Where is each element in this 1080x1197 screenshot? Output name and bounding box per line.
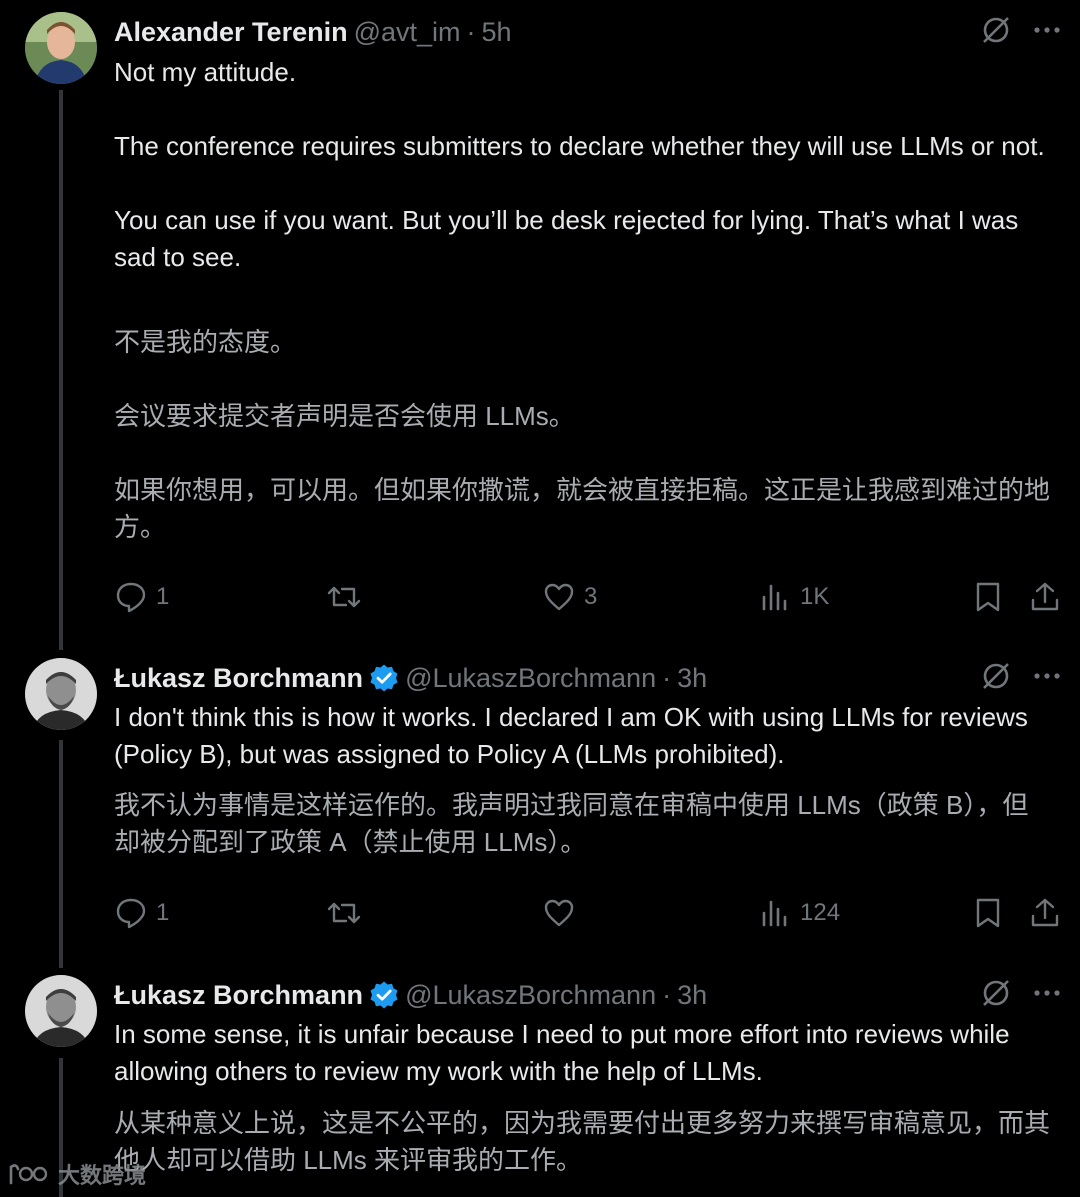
- text-line: I don't think this is how it works. I de…: [114, 702, 1028, 769]
- reply-count: 1: [156, 899, 170, 926]
- like-button[interactable]: 3: [542, 580, 597, 614]
- separator: ·: [466, 16, 476, 47]
- watermark-text: 大数跨境: [58, 1163, 147, 1188]
- views-count: 124: [800, 899, 841, 926]
- translation-line: 如果你想用，可以用。但如果你撒谎，就会被直接拒稿。这正是让我感到难过的地方。: [114, 475, 1051, 542]
- bookmark-icon: [976, 582, 1000, 612]
- timestamp[interactable]: 3h: [677, 980, 707, 1011]
- share-icon: [1031, 582, 1059, 611]
- reply-icon: [116, 582, 146, 613]
- share-button[interactable]: [1028, 896, 1062, 930]
- reply-button[interactable]: 1: [114, 896, 169, 930]
- views-icon: [762, 900, 787, 927]
- share-button[interactable]: [1028, 580, 1062, 614]
- repost-icon: [327, 586, 361, 608]
- author-name[interactable]: Alexander Terenin: [114, 17, 348, 48]
- separator: ·: [662, 662, 672, 693]
- author-handle[interactable]: @LukaszBorchmann: [405, 663, 656, 694]
- timestamp[interactable]: 5h: [482, 17, 512, 48]
- avatar[interactable]: [25, 658, 97, 730]
- avatar-image: [25, 12, 97, 84]
- repost-button[interactable]: [326, 580, 370, 614]
- verified-badge-icon: [369, 980, 399, 1010]
- author-handle[interactable]: @avt_im: [354, 17, 461, 48]
- reply-button[interactable]: 1: [114, 580, 169, 614]
- reply-icon: [116, 898, 146, 929]
- author-name[interactable]: Łukasz Borchmann: [114, 980, 363, 1011]
- avatar[interactable]: [25, 975, 97, 1047]
- author-name[interactable]: Łukasz Borchmann: [114, 663, 363, 694]
- views-button[interactable]: 1K: [758, 580, 829, 614]
- tweet[interactable]: Alexander Terenin @avt_im · 5h Not my at…: [0, 12, 1080, 652]
- thread-page: Alexander Terenin @avt_im · 5h Not my at…: [0, 0, 1080, 1197]
- like-icon: [544, 583, 574, 611]
- reply-count: 1: [156, 583, 170, 610]
- translation-line: 会议要求提交者声明是否会使用 LLMs。: [114, 401, 575, 431]
- action-bar: 1 124: [114, 896, 1064, 936]
- share-icon: [1031, 898, 1059, 927]
- more-icon[interactable]: [1032, 15, 1062, 45]
- like-button[interactable]: [542, 896, 584, 930]
- translation-line: 不是我的态度。: [114, 327, 297, 357]
- tweet[interactable]: Łukasz Borchmann @LukaszBorchmann · 3h I…: [0, 975, 1080, 1197]
- more-icon[interactable]: [1032, 661, 1062, 691]
- avatar-image: [25, 975, 97, 1047]
- timestamp[interactable]: 3h: [677, 663, 707, 694]
- translation-line: 我不认为事情是这样运作的。我声明过我同意在审稿中使用 LLMs（政策 B），但却…: [114, 790, 1029, 857]
- text-line: You can use if you want. But you’ll be d…: [114, 205, 1019, 272]
- tweet-text: Not my attitude. The conference requires…: [114, 54, 1054, 276]
- grok-icon[interactable]: [980, 977, 1012, 1009]
- repost-button[interactable]: [326, 896, 370, 930]
- bookmark-button[interactable]: [972, 896, 1004, 930]
- verified-badge-icon: [369, 663, 399, 693]
- bookmark-button[interactable]: [972, 580, 1004, 614]
- tweet-translation: 从某种意义上说，这是不公平的，因为我需要付出更多努力来撰写审稿意见，而其他人却可…: [114, 1105, 1054, 1179]
- grok-icon[interactable]: [980, 14, 1012, 46]
- tweet-text: In some sense, it is unfair because I ne…: [114, 1016, 1054, 1090]
- avatar-image: [25, 658, 97, 730]
- bookmark-icon: [976, 898, 1000, 928]
- views-icon: [762, 584, 787, 611]
- more-icon[interactable]: [1032, 978, 1062, 1008]
- author-handle[interactable]: @LukaszBorchmann: [405, 980, 656, 1011]
- separator: ·: [662, 979, 672, 1010]
- text-line: Not my attitude.: [114, 57, 297, 87]
- views-button[interactable]: 124: [758, 896, 840, 930]
- tweet-translation: 我不认为事情是这样运作的。我声明过我同意在审稿中使用 LLMs（政策 B），但却…: [114, 787, 1054, 861]
- text-line: The conference requires submitters to de…: [114, 131, 1045, 161]
- like-icon: [544, 899, 574, 927]
- grok-icon[interactable]: [980, 660, 1012, 692]
- repost-icon: [327, 902, 361, 924]
- tweet[interactable]: Łukasz Borchmann @LukaszBorchmann · 3h I…: [0, 658, 1080, 958]
- views-count: 1K: [800, 583, 830, 610]
- watermark-logo-icon: [9, 1164, 48, 1185]
- tweet-text: I don't think this is how it works. I de…: [114, 699, 1054, 773]
- like-count: 3: [584, 583, 598, 610]
- action-bar: 1 3 1K: [114, 580, 1064, 620]
- tweet-translation: 不是我的态度。 会议要求提交者声明是否会使用 LLMs。 如果你想用，可以用。但…: [114, 324, 1054, 546]
- avatar[interactable]: [25, 12, 97, 84]
- text-line: In some sense, it is unfair because I ne…: [114, 1019, 1010, 1086]
- watermark: 大数跨境: [8, 1158, 146, 1190]
- translation-line: 从某种意义上说，这是不公平的，因为我需要付出更多努力来撰写审稿意见，而其他人却可…: [114, 1108, 1051, 1175]
